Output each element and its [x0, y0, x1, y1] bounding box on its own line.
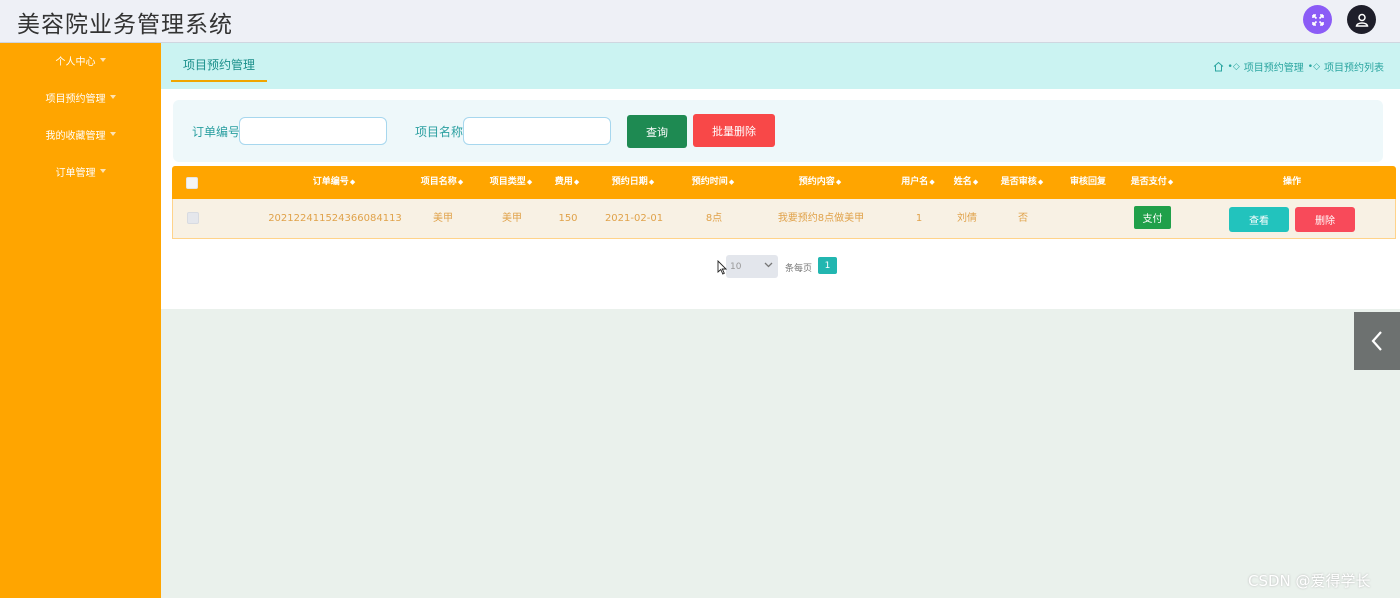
column-header-project-type[interactable]: 项目类型◆ — [481, 166, 541, 199]
page-1-button[interactable]: 1 — [818, 257, 837, 274]
top-header: 美容院业务管理系统 — [0, 0, 1400, 43]
sidebar-item-label: 项目预约管理 — [45, 93, 106, 105]
app-title: 美容院业务管理系统 — [17, 12, 233, 38]
caret-down-icon — [109, 132, 116, 136]
caret-down-icon — [99, 58, 106, 62]
project-name-label: 项目名称 — [415, 125, 464, 139]
page-size-select[interactable]: 10 — [726, 255, 778, 278]
side-panel-toggle[interactable] — [1354, 312, 1400, 370]
breadcrumb-separator-icon: •◇ — [1307, 61, 1320, 72]
sidebar-item-label: 我的收藏管理 — [45, 130, 106, 142]
cell-project-name: 美甲 — [433, 213, 453, 224]
cell-reply — [1061, 199, 1117, 239]
caret-down-icon — [99, 169, 106, 173]
cell-content: 我要预约8点做美甲 — [777, 213, 865, 224]
column-header-date[interactable]: 预约日期◆ — [600, 166, 666, 199]
breadcrumb-separator-icon: •◇ — [1227, 61, 1240, 72]
breadcrumb: •◇ 项目预约管理 •◇ 项目预约列表 — [1213, 59, 1384, 74]
sidebar-item-personal-center[interactable]: 个人中心 — [0, 50, 161, 70]
order-no-input[interactable] — [239, 117, 387, 145]
user-icon[interactable] — [1347, 5, 1376, 34]
order-no-label: 订单编号 — [192, 125, 241, 139]
column-header-time[interactable]: 预约时间◆ — [680, 166, 746, 199]
table-row: 20212241152436608411​3 美甲 美甲 150 2021-02… — [172, 199, 1396, 239]
pay-button[interactable]: 支付 — [1134, 206, 1171, 229]
column-header-paid[interactable]: 是否支付◆ — [1122, 166, 1182, 199]
cell-time: 8点 — [705, 213, 723, 224]
home-icon[interactable] — [1213, 61, 1224, 72]
sidebar-item-label: 个人中心 — [55, 56, 96, 68]
tab-bar: 项目预约管理 •◇ 项目预约管理 •◇ 项目预约列表 — [161, 43, 1400, 89]
cell-name: 刘倩 — [957, 213, 977, 224]
chevron-left-icon — [1371, 331, 1382, 351]
view-button[interactable]: 查看 — [1229, 207, 1289, 232]
column-header-actions: 操作 — [1282, 177, 1301, 187]
column-header-name[interactable]: 姓名◆ — [948, 166, 984, 199]
chevron-down-icon — [764, 262, 773, 268]
row-checkbox[interactable] — [187, 212, 199, 224]
project-name-input[interactable] — [463, 117, 611, 145]
main-content: 订单编号 项目名称 查询 批量删除 订单编号◆ 项目名称◆ 项目类型◆ 费用◆ … — [161, 89, 1400, 309]
breadcrumb-item[interactable]: 项目预约管理 — [1244, 59, 1304, 74]
cell-project-type: 美甲 — [502, 213, 522, 224]
cell-date: 2021-02-01 — [604, 213, 664, 224]
sidebar: 个人中心 项目预约管理 我的收藏管理 订单管理 — [0, 43, 161, 598]
column-header-fee[interactable]: 费用◆ — [547, 166, 587, 199]
table-header: 订单编号◆ 项目名称◆ 项目类型◆ 费用◆ 预约日期◆ 预约时间◆ 预约内容◆ … — [172, 166, 1396, 199]
cell-order-no: 20212241152436608411​3 — [268, 213, 402, 224]
delete-button[interactable]: 删除 — [1295, 207, 1355, 232]
sidebar-item-project-booking[interactable]: 项目预约管理 — [0, 87, 161, 107]
per-page-label: 条每页 — [785, 264, 813, 274]
mouse-cursor-icon — [717, 260, 727, 275]
watermark: CSDN @爱得学长 — [1248, 572, 1371, 590]
cell-username: 1 — [915, 213, 923, 224]
cell-audited: 否 — [1018, 213, 1028, 224]
page-size-value: 10 — [730, 261, 742, 272]
batch-delete-button[interactable]: 批量删除 — [693, 114, 775, 147]
column-header-project-name[interactable]: 项目名称◆ — [412, 166, 472, 199]
column-header-username[interactable]: 用户名◆ — [892, 166, 944, 199]
expand-icon[interactable] — [1303, 5, 1332, 34]
booking-table: 订单编号◆ 项目名称◆ 项目类型◆ 费用◆ 预约日期◆ 预约时间◆ 预约内容◆ … — [172, 166, 1396, 239]
column-header-order-no[interactable]: 订单编号◆ — [264, 166, 404, 199]
caret-down-icon — [109, 95, 116, 99]
search-button[interactable]: 查询 — [627, 115, 687, 148]
breadcrumb-item: 项目预约列表 — [1324, 63, 1384, 74]
column-header-audited[interactable]: 是否审核◆ — [992, 166, 1052, 199]
sidebar-item-favorites[interactable]: 我的收藏管理 — [0, 124, 161, 144]
column-header-reply: 审核回复 — [1069, 177, 1106, 187]
tab-project-booking[interactable]: 项目预约管理 — [171, 56, 268, 82]
column-header-content[interactable]: 预约内容◆ — [780, 166, 860, 199]
cell-fee: 150 — [558, 213, 578, 224]
sidebar-item-label: 订单管理 — [55, 167, 96, 179]
search-panel: 订单编号 项目名称 查询 批量删除 — [173, 100, 1383, 162]
sidebar-item-orders[interactable]: 订单管理 — [0, 161, 161, 181]
select-all-checkbox[interactable] — [186, 177, 198, 189]
